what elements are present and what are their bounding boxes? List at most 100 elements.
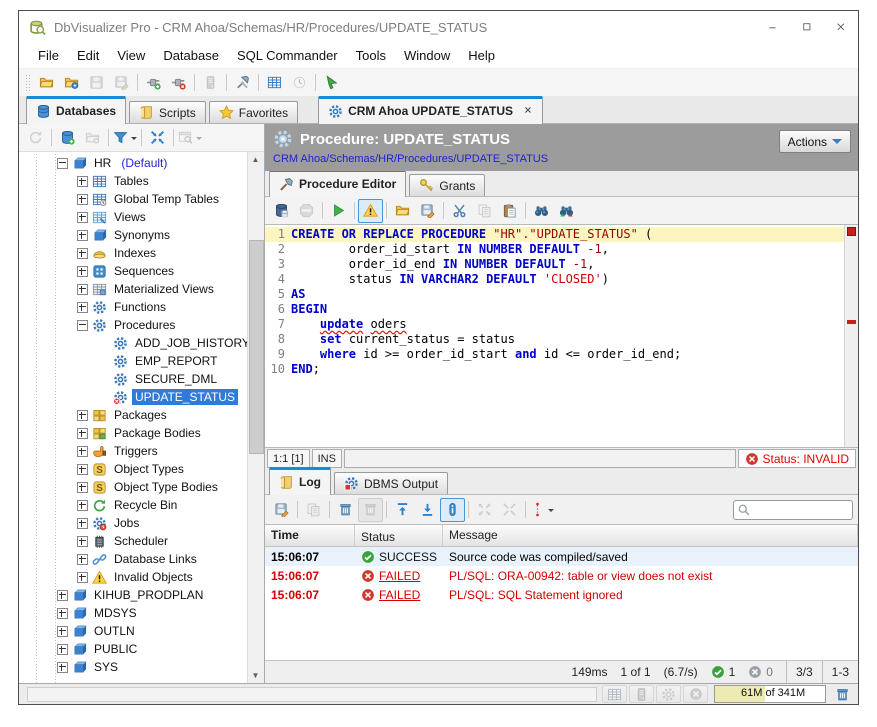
tree-item-scheduler[interactable]: Scheduler: [19, 532, 248, 550]
expand-icon[interactable]: [77, 482, 88, 493]
find-replace-button[interactable]: [554, 199, 579, 223]
add-folder-button[interactable]: [80, 126, 105, 150]
collapse-icon[interactable]: [77, 320, 88, 331]
expand-icon[interactable]: [57, 626, 68, 637]
export-log-button[interactable]: [269, 498, 294, 522]
menu-database[interactable]: Database: [154, 46, 228, 65]
scroll-to-top-button[interactable]: [390, 498, 415, 522]
expand-icon[interactable]: [77, 428, 88, 439]
copy-log-button[interactable]: [301, 498, 326, 522]
save-as-button[interactable]: [109, 71, 134, 95]
actions-button[interactable]: Actions: [779, 130, 851, 153]
execute-button[interactable]: [326, 199, 351, 223]
expand-icon[interactable]: [77, 248, 88, 259]
tree-item-recycle-bin[interactable]: Recycle Bin: [19, 496, 248, 514]
compile-save-button[interactable]: [269, 199, 294, 223]
log-search-input[interactable]: [751, 503, 852, 517]
menu-file[interactable]: File: [29, 46, 68, 65]
menu-tools[interactable]: Tools: [347, 46, 395, 65]
code-line-7[interactable]: 7 update oders: [265, 317, 844, 332]
scroll-down-icon[interactable]: ▼: [248, 668, 263, 683]
expand-icon[interactable]: [57, 608, 68, 619]
log-row[interactable]: 15:06:07FAILEDPL/SQL: ORA-00942: table o…: [265, 566, 858, 585]
code-line-5[interactable]: 5AS: [265, 287, 844, 302]
tree-item-indexes[interactable]: Indexes: [19, 244, 248, 262]
code-line-4[interactable]: 4 status IN VARCHAR2 DEFAULT 'CLOSED'): [265, 272, 844, 287]
open-file-button[interactable]: [34, 71, 59, 95]
file-error-marker[interactable]: [847, 227, 856, 236]
tree-item-add-job-history[interactable]: ADD_JOB_HISTORY: [19, 334, 248, 352]
scrollbar-thumb[interactable]: [249, 240, 264, 454]
save-button[interactable]: [84, 71, 109, 95]
memory-gauge[interactable]: 61M of 341M: [714, 685, 826, 703]
tree-item-package-bodies[interactable]: Package Bodies: [19, 424, 248, 442]
code-line-10[interactable]: 10END;: [265, 362, 844, 377]
disconnect-button[interactable]: [166, 71, 191, 95]
add-connection-button[interactable]: [55, 126, 80, 150]
menu-sql-commander[interactable]: SQL Commander: [228, 46, 347, 65]
line-error-marker[interactable]: [847, 320, 856, 324]
tree-item-kihub-prodplan[interactable]: KIHUB_PRODPLAN: [19, 586, 248, 604]
expand-icon[interactable]: [77, 500, 88, 511]
tree-item-triggers[interactable]: Triggers: [19, 442, 248, 460]
show-errors-toggle[interactable]: [358, 199, 383, 223]
expand-icon[interactable]: [77, 536, 88, 547]
tab-object-update-status[interactable]: CRM Ahoa UPDATE_STATUS: [318, 96, 543, 124]
collapse-icon[interactable]: [57, 158, 68, 169]
database-server-button[interactable]: [198, 71, 223, 95]
tab-grants[interactable]: Grants: [409, 174, 485, 196]
stop-button[interactable]: [294, 199, 319, 223]
log-row[interactable]: 15:06:07SUCCESSSource code was compiled/…: [265, 547, 858, 566]
clear-log-button[interactable]: [333, 498, 358, 522]
close-button[interactable]: [824, 11, 858, 43]
clear-on-execute-toggle[interactable]: [358, 498, 383, 522]
cut-button[interactable]: [447, 199, 472, 223]
toolbar-drag-handle[interactable]: [25, 74, 30, 92]
paste-button[interactable]: [497, 199, 522, 223]
tree-item-materialized-views[interactable]: Materialized Views: [19, 280, 248, 298]
column-header-time[interactable]: Time: [265, 525, 355, 546]
sql-commander-button[interactable]: [262, 71, 287, 95]
menu-window[interactable]: Window: [395, 46, 459, 65]
sql-editor[interactable]: 1CREATE OR REPLACE PROCEDURE "HR"."UPDAT…: [265, 224, 858, 448]
expand-icon[interactable]: [57, 644, 68, 655]
expand-icon[interactable]: [77, 194, 88, 205]
log-row[interactable]: 15:06:07FAILEDPL/SQL: SQL Statement igno…: [265, 585, 858, 604]
expand-icon[interactable]: [77, 212, 88, 223]
menu-help[interactable]: Help: [459, 46, 504, 65]
tree-item-views[interactable]: Views: [19, 208, 248, 226]
tool-properties-button[interactable]: [230, 71, 255, 95]
scroll-up-icon[interactable]: ▲: [248, 152, 263, 167]
expand-icon[interactable]: [77, 266, 88, 277]
tab-procedure-editor[interactable]: Procedure Editor: [269, 169, 406, 197]
expand-rows-button[interactable]: [472, 498, 497, 522]
expand-icon[interactable]: [77, 464, 88, 475]
history-button[interactable]: [287, 71, 312, 95]
code-line-6[interactable]: 6BEGIN: [265, 302, 844, 317]
expand-icon[interactable]: [77, 572, 88, 583]
tree-item-tables[interactable]: Tables: [19, 172, 248, 190]
code-line-8[interactable]: 8 set current_status = status: [265, 332, 844, 347]
close-tab-icon[interactable]: [524, 104, 533, 118]
expand-icon[interactable]: [77, 410, 88, 421]
tab-dbms-output[interactable]: DBMS Output: [334, 472, 448, 494]
tab-databases[interactable]: Databases: [26, 96, 126, 124]
tree-item-hr[interactable]: HR(Default): [19, 154, 248, 172]
connections-indicator-button[interactable]: [629, 685, 654, 703]
scroll-to-bottom-button[interactable]: [415, 498, 440, 522]
tree-item-procedures[interactable]: Procedures: [19, 316, 248, 334]
tree-item-outln[interactable]: OUTLN: [19, 622, 248, 640]
collapse-rows-button[interactable]: [497, 498, 522, 522]
tree-item-synonyms[interactable]: Synonyms: [19, 226, 248, 244]
expand-icon[interactable]: [57, 590, 68, 601]
expand-icon[interactable]: [77, 446, 88, 457]
tree-item-mdsys[interactable]: MDSYS: [19, 604, 248, 622]
code-line-1[interactable]: 1CREATE OR REPLACE PROCEDURE "HR"."UPDAT…: [265, 227, 844, 242]
show-in-window-button[interactable]: [177, 126, 203, 150]
tree-item-emp-report[interactable]: EMP_REPORT: [19, 352, 248, 370]
column-header-status[interactable]: Status: [355, 525, 443, 546]
connect-button[interactable]: [141, 71, 166, 95]
tree-item-sequences[interactable]: Sequences: [19, 262, 248, 280]
tree-item-sys[interactable]: SYS: [19, 658, 248, 676]
fit-rows-button[interactable]: [529, 498, 555, 522]
